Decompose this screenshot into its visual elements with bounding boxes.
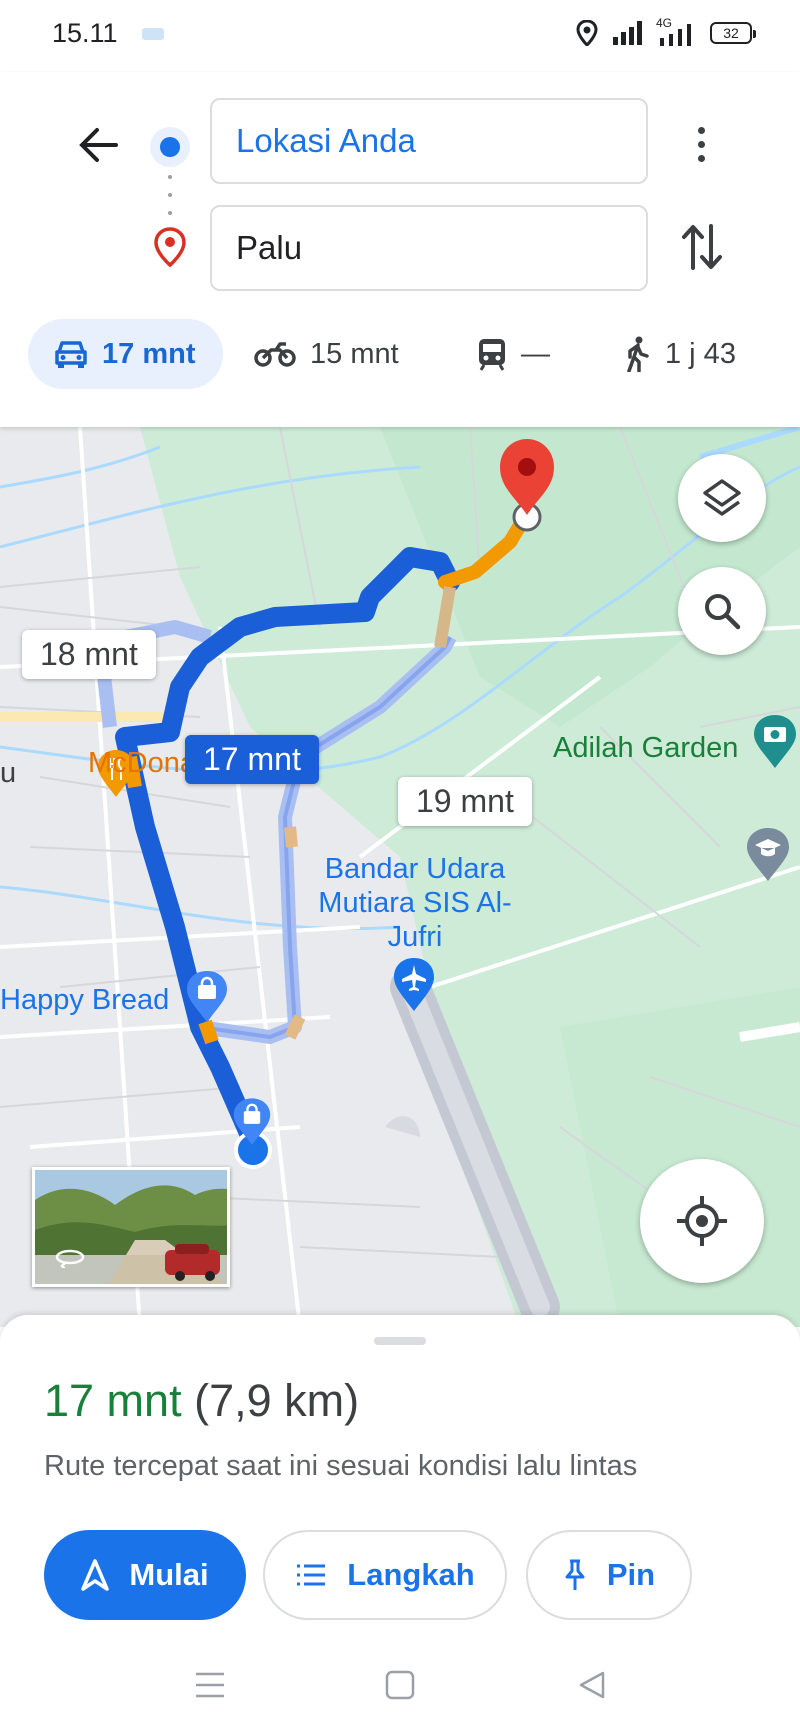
battery-icon: 32 [710, 22, 756, 44]
shopping-pin-icon-2 [233, 1098, 271, 1145]
route-selected-label[interactable]: 17 mnt [185, 735, 319, 784]
route-distance: (7,9 km) [194, 1375, 360, 1426]
layers-icon [703, 479, 741, 516]
route-description: Rute tercepat saat ini sesuai kondisi la… [44, 1450, 638, 1482]
motorcycle-icon [254, 342, 296, 367]
pin-icon [565, 1559, 585, 1590]
status-time: 15.11 [52, 18, 118, 48]
origin-dot-icon [150, 127, 190, 167]
more-options-button[interactable] [681, 116, 721, 172]
route-duration: 17 mnt [44, 1375, 182, 1426]
nav-back-button[interactable] [572, 1665, 612, 1705]
crosshair-icon [677, 1196, 727, 1246]
route-summary: 17 mnt (7,9 km) [44, 1375, 359, 1427]
camera-pin-icon [754, 715, 796, 768]
tab-motorcycle-label: 15 mnt [310, 337, 399, 370]
my-location-button[interactable] [640, 1159, 764, 1283]
sheet-drag-handle[interactable] [374, 1337, 426, 1345]
nav-home-button[interactable] [380, 1665, 420, 1705]
swap-button[interactable] [680, 222, 724, 277]
tab-car[interactable]: 17 mnt [28, 319, 223, 389]
start-button[interactable]: Mulai [44, 1530, 246, 1620]
nav-menu-button[interactable] [190, 1665, 230, 1705]
route-alt-left-label[interactable]: 18 mnt [22, 630, 156, 679]
status-icons: 4G 32 [576, 16, 756, 46]
pin-button-label: Pin [606, 1557, 656, 1592]
search-along-route-button[interactable] [678, 567, 766, 655]
origin-input[interactable]: Lokasi Anda [210, 98, 648, 184]
street-view-thumbnail[interactable] [32, 1167, 230, 1287]
status-bar: 15.11 4G 32 [0, 0, 800, 72]
tab-walk-label: 1 j 43 [665, 337, 736, 370]
start-button-label: Mulai [129, 1557, 209, 1592]
navigation-arrow-icon [81, 1559, 110, 1591]
walk-icon [627, 336, 649, 372]
back-button[interactable] [70, 117, 126, 173]
location-icon [576, 20, 598, 46]
place-adilah-garden[interactable]: Adilah Garden [553, 732, 738, 765]
steps-button-label: Langkah [347, 1557, 475, 1592]
school-pin-icon [747, 828, 789, 881]
car-icon [55, 341, 87, 368]
notification-app-icon [142, 28, 164, 40]
layers-button[interactable] [678, 454, 766, 542]
route-alt-right-label[interactable]: 19 mnt [398, 777, 532, 826]
travel-mode-tabs: 17 mnt 15 mnt — 1 j 43 [0, 319, 800, 399]
place-left-fragment: u [0, 757, 17, 789]
menu-icon [196, 1672, 224, 1698]
home-square-icon [385, 1670, 415, 1700]
directions-header: Lokasi Anda Palu 17 mnt 15 mnt — 1 j 43 [0, 72, 800, 427]
train-icon [479, 339, 505, 371]
tab-walk[interactable]: 1 j 43 [623, 319, 736, 389]
signal-icon [613, 21, 642, 45]
tab-transit-label: — [521, 337, 550, 370]
list-icon [297, 1564, 326, 1586]
tab-car-label: 17 mnt [102, 337, 196, 370]
back-triangle-icon [579, 1671, 605, 1699]
pin-button[interactable]: Pin [526, 1530, 692, 1620]
steps-button[interactable]: Langkah [263, 1530, 507, 1620]
map-view[interactable]: McDonald's Palu u Adilah Garden Bandar U… [0, 427, 800, 1327]
destination-pin-icon [154, 227, 186, 267]
place-happy-bread[interactable]: Happy Bread [0, 984, 169, 1017]
destination-input[interactable]: Palu [210, 205, 648, 291]
tab-transit[interactable]: — [477, 319, 550, 389]
route-dots-icon [168, 175, 172, 215]
signal-4g-icon: 4G [656, 16, 696, 46]
swap-vert-icon [682, 224, 722, 270]
rotate-360-icon [55, 1249, 85, 1268]
shopping-pin-icon [187, 971, 227, 1022]
search-icon [705, 594, 741, 630]
arrow-back-icon [79, 128, 118, 162]
route-summary-sheet[interactable]: 17 mnt (7,9 km) Rute tercepat saat ini s… [0, 1315, 800, 1635]
place-airport[interactable]: Bandar Udara Mutiara SIS Al-Jufri [315, 852, 515, 954]
system-nav-bar [0, 1635, 800, 1733]
tab-motorcycle[interactable]: 15 mnt [254, 319, 399, 389]
airport-pin-icon [394, 958, 434, 1011]
